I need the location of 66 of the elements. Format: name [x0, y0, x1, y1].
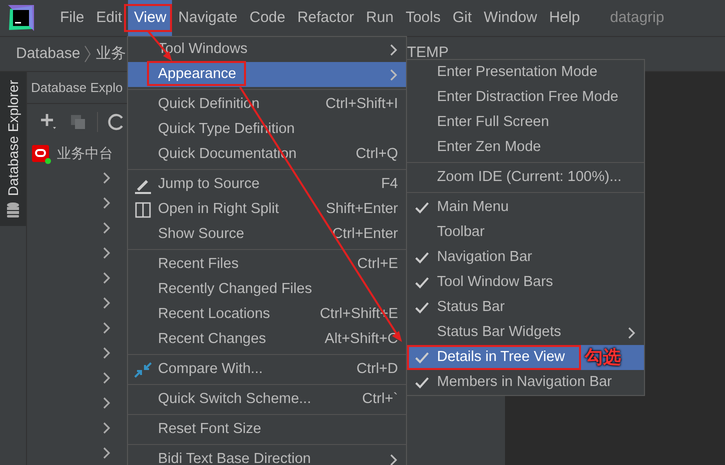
- menu-item[interactable]: Navigation Bar: [407, 245, 644, 270]
- menu-item[interactable]: Navigate: [172, 0, 244, 36]
- menu-item[interactable]: Git: [446, 0, 478, 36]
- menu-item[interactable]: Recent Files Ctrl+E: [128, 252, 406, 277]
- menu-item[interactable]: Toolbar: [407, 220, 644, 245]
- menu-item[interactable]: Bidi Text Base Direction: [128, 447, 406, 465]
- menu-item[interactable]: Main Menu: [407, 195, 644, 220]
- check-icon: [415, 252, 429, 264]
- menu-item[interactable]: Status Bar Widgets: [407, 320, 644, 345]
- chevron-icon[interactable]: [103, 396, 111, 408]
- menu-item[interactable]: Jump to Source F4: [128, 172, 406, 197]
- check-icon: [415, 376, 429, 388]
- menu-item[interactable]: Reset Font Size: [128, 417, 406, 442]
- menu-item[interactable]: Appearance: [128, 62, 406, 87]
- menu-item[interactable]: Enter Presentation Mode: [407, 60, 644, 85]
- menu-item[interactable]: Members in Navigation Bar: [407, 370, 644, 395]
- menu-item[interactable]: Recently Changed Files: [128, 277, 406, 302]
- breadcrumb-item[interactable]: TEMP: [407, 44, 449, 62]
- menu-item[interactable]: Refactor: [291, 0, 360, 36]
- menu-item[interactable]: Window: [478, 0, 544, 36]
- menu-item[interactable]: Edit: [90, 0, 128, 36]
- chevron-icon[interactable]: [103, 322, 111, 334]
- menu-item[interactable]: Zoom IDE (Current: 100%)...: [407, 165, 644, 190]
- chevron-icon[interactable]: [103, 246, 111, 258]
- database-icon: [32, 144, 49, 162]
- chevron-icon[interactable]: [103, 446, 111, 458]
- check-icon: [415, 276, 429, 288]
- breadcrumb-item[interactable]: Database: [16, 42, 80, 66]
- highlight-frame: [124, 4, 172, 32]
- compare-arrows-icon: [134, 362, 152, 378]
- refresh-icon[interactable]: [108, 113, 124, 132]
- chevron-icon[interactable]: [103, 296, 111, 308]
- menu-item[interactable]: Enter Zen Mode: [407, 135, 644, 160]
- chevron-icon[interactable]: [103, 196, 111, 208]
- menu-item[interactable]: Quick Switch Scheme... Ctrl+`: [128, 387, 406, 412]
- menu-item[interactable]: Help: [543, 0, 586, 36]
- chevron-icon[interactable]: [103, 346, 111, 358]
- tree-item[interactable]: 业务中台: [57, 142, 113, 164]
- menu-item[interactable]: Code: [243, 0, 292, 36]
- menu-item[interactable]: File: [54, 0, 90, 36]
- menu-item[interactable]: Tool Window Bars: [407, 270, 644, 295]
- chevron-icon[interactable]: [103, 422, 111, 434]
- chevron-icon[interactable]: [103, 222, 111, 234]
- menu-item[interactable]: Show Source Ctrl+Enter: [128, 222, 406, 247]
- menu-item[interactable]: Open in Right Split Shift+Enter: [128, 197, 406, 222]
- menu-item[interactable]: Enter Distraction Free Mode: [407, 85, 644, 110]
- menu-item[interactable]: Tools: [400, 0, 447, 36]
- split-view-icon: [135, 202, 151, 218]
- annotation-text: 勾选: [585, 346, 621, 369]
- chevron-icon[interactable]: [103, 372, 111, 384]
- chevron-icon[interactable]: [103, 172, 111, 184]
- app-logo-icon: [8, 5, 34, 31]
- menu-item[interactable]: Enter Full Screen: [407, 110, 644, 135]
- menu-item[interactable]: Status Bar: [407, 295, 644, 320]
- chevron-icon[interactable]: [103, 272, 111, 284]
- window-title: datagrip: [610, 8, 664, 28]
- menu-item[interactable]: Recent Changes Alt+Shift+C: [128, 327, 406, 352]
- check-icon: [415, 202, 429, 214]
- menu-item[interactable]: Run: [360, 0, 400, 36]
- check-icon: [415, 352, 429, 364]
- breadcrumb-separator: [84, 44, 92, 64]
- menu-item[interactable]: Compare With... Ctrl+D: [128, 357, 406, 382]
- panel-title: Database Explo: [31, 78, 123, 97]
- database-icon: [6, 202, 20, 218]
- breadcrumb-item[interactable]: 业务: [96, 42, 126, 66]
- check-icon: [415, 302, 429, 314]
